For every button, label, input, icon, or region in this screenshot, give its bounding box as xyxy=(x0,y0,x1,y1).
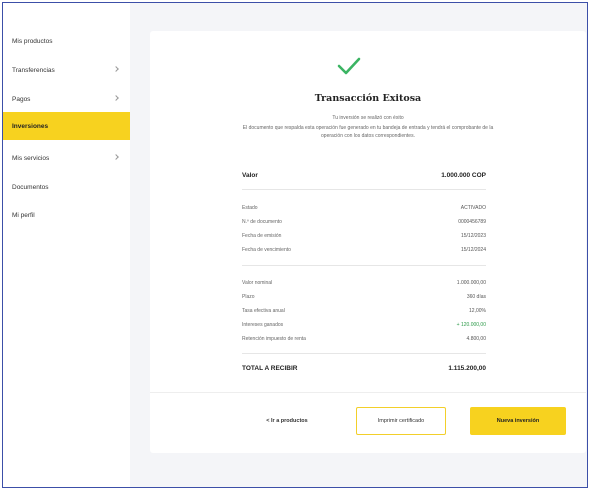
breakdown-label: Valor nominal xyxy=(242,280,273,286)
sidebar-item-label: Documentos xyxy=(12,183,49,191)
detail-row: Fecha de vencimiento 15/12/2024 xyxy=(242,246,486,256)
detail-label: Estado xyxy=(242,205,258,211)
value-amount: 1.000.000 COP xyxy=(441,172,486,179)
transaction-receipt-card: Transacción Exitosa Tu inversión se real… xyxy=(150,31,586,453)
new-investment-button[interactable]: Nueva inversión xyxy=(470,407,566,435)
main-content: Transacción Exitosa Tu inversión se real… xyxy=(130,3,587,487)
breakdown-label: Intereses ganados xyxy=(242,322,284,328)
total-amount: 1.115.200,00 xyxy=(448,365,486,372)
detail-row: Estado ACTIVADO xyxy=(242,204,486,214)
sidebar-item-label: Transferencias xyxy=(12,66,55,74)
sidebar-item-mi-perfil[interactable]: Mi perfil xyxy=(3,201,130,229)
breakdown-value: 1.000.000,00 xyxy=(456,280,486,286)
breakdown-row: Plazo 360 días xyxy=(242,293,486,303)
value-label: Valor xyxy=(242,172,258,179)
breakdown-value: 360 días xyxy=(466,294,486,300)
detail-value: 15/12/2023 xyxy=(460,233,486,239)
sidebar-item-label: Mis productos xyxy=(12,37,53,45)
detail-value: 15/12/2024 xyxy=(460,247,486,253)
app-window: Mis productos Transferencias Pagos Inver… xyxy=(2,2,588,488)
breakdown-row: Intereses ganados + 120.000,00 xyxy=(242,321,486,331)
detail-row: Fecha de emisión 15/12/2023 xyxy=(242,232,486,242)
divider xyxy=(242,189,486,190)
page-title: Transacción Exitosa xyxy=(314,93,422,104)
success-subtitle: Tu inversión se realizó con éxito xyxy=(332,115,404,121)
breakdown-row: Retención impuesto de renta 4.800,00 xyxy=(242,335,486,345)
total-label: TOTAL A RECIBIR xyxy=(242,365,298,372)
value-row: Valor 1.000.000 COP xyxy=(242,171,486,181)
divider xyxy=(242,265,486,266)
breakdown-value: 12,00% xyxy=(469,308,486,314)
sidebar-item-mis-servicios[interactable]: Mis servicios xyxy=(3,144,130,172)
divider xyxy=(242,353,486,354)
detail-row: N.º de documento 0000456789 xyxy=(242,218,486,228)
sidebar-item-inversiones[interactable]: Inversiones xyxy=(3,112,130,140)
breakdown-value: + 120.000,00 xyxy=(456,322,486,328)
breakdown-value: 4.800,00 xyxy=(466,336,486,342)
sidebar: Mis productos Transferencias Pagos Inver… xyxy=(3,3,130,487)
checkmark-icon xyxy=(337,57,361,75)
success-description: El documento que respalda esta operación… xyxy=(242,125,494,139)
sidebar-item-label: Mis servicios xyxy=(12,154,50,162)
sidebar-item-label: Mi perfil xyxy=(12,211,35,219)
divider xyxy=(150,392,586,393)
breakdown-label: Retención impuesto de renta xyxy=(242,336,306,342)
detail-label: N.º de documento xyxy=(242,219,282,225)
breakdown-row: Tasa efectiva anual 12,00% xyxy=(242,307,486,317)
chevron-down-icon xyxy=(113,95,119,101)
chevron-down-icon xyxy=(113,66,119,72)
sidebar-item-label: Inversiones xyxy=(12,122,49,130)
breakdown-row: Valor nominal 1.000.000,00 xyxy=(242,279,486,289)
sidebar-item-mis-productos[interactable]: Mis productos xyxy=(3,27,130,55)
detail-value: ACTIVADO xyxy=(460,205,486,211)
sidebar-item-label: Pagos xyxy=(12,95,31,103)
sidebar-item-transferencias[interactable]: Transferencias xyxy=(3,56,130,84)
sidebar-item-documentos[interactable]: Documentos xyxy=(3,173,130,201)
detail-value: 0000456789 xyxy=(458,219,486,225)
print-certificate-button[interactable]: Imprimir certificado xyxy=(356,407,446,435)
chevron-down-icon xyxy=(113,154,119,160)
breakdown-label: Plazo xyxy=(242,294,255,300)
sidebar-item-pagos[interactable]: Pagos xyxy=(3,85,130,113)
detail-label: Fecha de emisión xyxy=(242,233,282,239)
breakdown-label: Tasa efectiva anual xyxy=(242,308,285,314)
back-to-products-link[interactable]: < Ir a productos xyxy=(246,407,328,435)
detail-label: Fecha de vencimiento xyxy=(242,247,291,253)
total-row: TOTAL A RECIBIR 1.115.200,00 xyxy=(242,364,486,374)
